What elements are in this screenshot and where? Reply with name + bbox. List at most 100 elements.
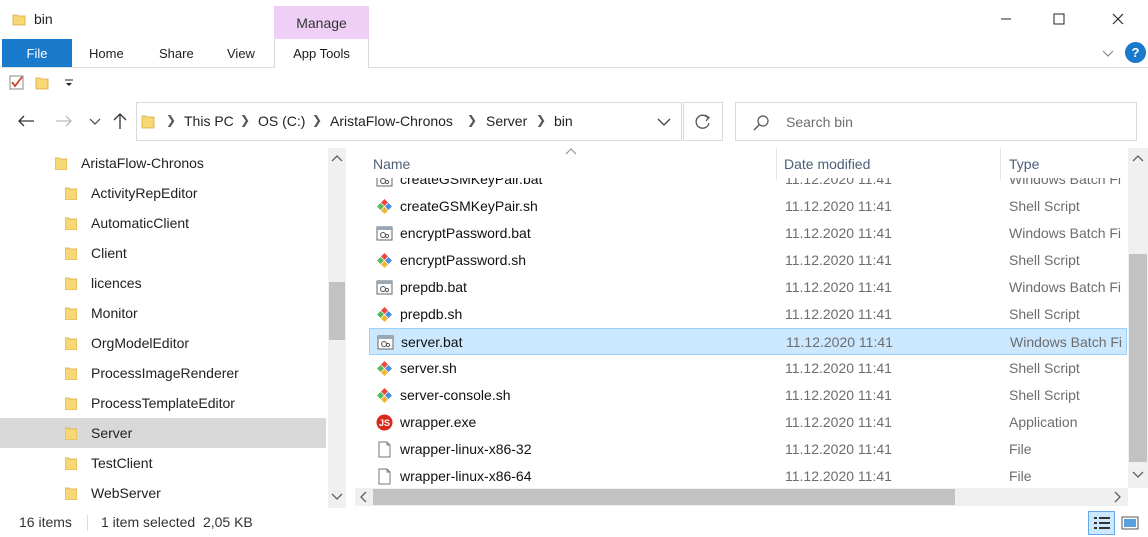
file-row[interactable]: encryptPassword.bat 11.12.2020 11:41 Windo… [369, 220, 1127, 247]
file-type: Shell Script [1009, 387, 1080, 403]
large-icons-view-icon [1121, 516, 1139, 530]
forward-arrow-icon[interactable] [55, 114, 73, 128]
file-date-modified: 11.12.2020 11:41 [785, 441, 892, 457]
batch-file-icon [377, 335, 394, 350]
scroll-up-icon[interactable] [1132, 154, 1144, 162]
breadcrumb-separator[interactable]: ❯ [166, 113, 176, 127]
column-header-date-modified[interactable]: Date modified [784, 156, 870, 172]
file-date-modified: 11.12.2020 11:41 [785, 414, 892, 430]
file-name: server-console.sh [400, 387, 511, 403]
folder-icon [65, 397, 77, 410]
file-type: File [1009, 468, 1032, 484]
scroll-down-icon[interactable] [331, 493, 343, 501]
file-row[interactable]: JS wrapper.exe 11.12.2020 11:41 Application [369, 409, 1127, 436]
tab-app-tools[interactable]: App Tools [274, 39, 369, 68]
tab-view[interactable]: View [227, 39, 255, 67]
new-folder-icon[interactable] [35, 74, 49, 90]
nav-item-activityrepeditor[interactable]: ActivityRepEditor [0, 178, 326, 208]
nav-item-aristaflow-chronos[interactable]: AristaFlow-Chronos [0, 148, 326, 178]
breadcrumb-separator[interactable]: ❯ [312, 113, 322, 127]
nav-item-webserver[interactable]: WebServer [0, 478, 326, 508]
scroll-left-icon[interactable] [359, 491, 367, 503]
breadcrumb-server[interactable]: Server [486, 113, 527, 129]
scroll-down-icon[interactable] [1132, 471, 1144, 479]
scroll-right-icon[interactable] [1114, 491, 1122, 503]
breadcrumb-bin[interactable]: bin [554, 113, 573, 129]
file-row[interactable]: wrapper-linux-x86-32 11.12.2020 11:41 File [369, 436, 1127, 463]
minimize-button[interactable] [980, 0, 1032, 38]
java-app-icon: JS [376, 414, 393, 431]
selection-info: 1 item selected 2,05 KB [101, 514, 253, 530]
properties-check-icon[interactable] [9, 74, 25, 90]
file-list-hscrollbar-thumb[interactable] [373, 489, 955, 505]
nav-item-automaticclient[interactable]: AutomaticClient [0, 208, 326, 238]
nav-item-testclient[interactable]: TestClient [0, 448, 326, 478]
nav-label: Server [91, 425, 133, 441]
customize-dropdown-icon[interactable] [64, 78, 74, 88]
file-name: prepdb.sh [400, 306, 463, 322]
file-name: wrapper-linux-x86-64 [400, 468, 532, 484]
file-row[interactable]: wrapper-linux-x86-64 11.12.2020 11:41 File [369, 463, 1127, 490]
column-divider[interactable] [1000, 148, 1001, 180]
file-row[interactable]: prepdb.bat 11.12.2020 11:41 Windows Batch … [369, 274, 1127, 301]
status-bar: 16 items 1 item selected 2,05 KB [0, 510, 1148, 537]
nav-scrollbar-thumb[interactable] [329, 282, 345, 340]
breadcrumb-os-c[interactable]: OS (C:) [258, 113, 305, 129]
close-button[interactable] [1092, 0, 1144, 38]
nav-label: ActivityRepEditor [91, 185, 198, 201]
nav-label: ProcessTemplateEditor [91, 395, 235, 411]
tab-file[interactable]: File [2, 39, 72, 67]
file-name: prepdb.bat [400, 279, 467, 295]
nav-item-orgmodeleditor[interactable]: OrgModelEditor [0, 328, 326, 358]
column-header-type[interactable]: Type [1009, 156, 1039, 172]
file-name: createGSMKeyPair.sh [400, 198, 538, 214]
file-date-modified: 11.12.2020 11:41 [785, 252, 892, 268]
folder-icon [55, 157, 67, 170]
tab-home[interactable]: Home [89, 39, 124, 67]
breadcrumb-separator[interactable]: ❯ [467, 113, 477, 127]
file-row[interactable]: createGSMKeyPair.sh 11.12.2020 11:41 Shell… [369, 193, 1127, 220]
file-type: Application [1009, 414, 1078, 430]
nav-label: licences [91, 275, 142, 291]
shell-script-icon [377, 307, 392, 322]
file-name: server.bat [401, 334, 463, 350]
up-arrow-icon[interactable] [112, 112, 128, 130]
file-row[interactable]: prepdb.sh 11.12.2020 11:41 Shell Script [369, 301, 1127, 328]
nav-item-monitor[interactable]: Monitor [0, 298, 326, 328]
nav-label: ProcessImageRenderer [91, 365, 239, 381]
file-type: Windows Batch Fi [1010, 334, 1123, 350]
nav-item-processimagerenderer[interactable]: ProcessImageRenderer [0, 358, 326, 388]
nav-item-processtemplateeditor[interactable]: ProcessTemplateEditor [0, 388, 326, 418]
recent-locations-chevron-icon[interactable] [89, 118, 101, 126]
help-icon[interactable]: ? [1125, 42, 1146, 63]
file-date-modified: 11.12.2020 11:41 [785, 360, 892, 376]
breadcrumb-this-pc[interactable]: This PC [184, 113, 234, 129]
nav-item-licences[interactable]: licences [0, 268, 326, 298]
refresh-button[interactable] [683, 102, 723, 141]
column-divider[interactable] [776, 148, 777, 180]
file-type: Shell Script [1009, 306, 1080, 322]
nav-item-client[interactable]: Client [0, 238, 326, 268]
nav-item-server[interactable]: Server [0, 418, 326, 448]
manage-context-header: Manage [274, 6, 369, 39]
scroll-up-icon[interactable] [331, 154, 343, 162]
column-header-name[interactable]: Name [373, 156, 410, 172]
file-list-vscrollbar-thumb[interactable] [1129, 254, 1147, 462]
expand-ribbon-chevron-icon[interactable] [1101, 46, 1115, 60]
details-view-button[interactable] [1088, 511, 1115, 535]
file-row[interactable]: encryptPassword.sh 11.12.2020 11:41 Shell … [369, 247, 1127, 274]
file-row[interactable]: server.sh 11.12.2020 11:41 Shell Script [369, 355, 1127, 382]
breadcrumb-separator[interactable]: ❯ [536, 113, 546, 127]
file-name: wrapper-linux-x86-32 [400, 441, 532, 457]
file-row[interactable]: server.bat 11.12.2020 11:41 Windows Batch … [369, 328, 1127, 355]
large-icons-view-button[interactable] [1118, 512, 1142, 534]
file-date-modified: 11.12.2020 11:41 [785, 468, 892, 484]
back-arrow-icon[interactable] [17, 114, 35, 128]
tab-share[interactable]: Share [159, 39, 194, 67]
breadcrumb-separator[interactable]: ❯ [240, 113, 250, 127]
file-row[interactable]: server-console.sh 11.12.2020 11:41 Shell S… [369, 382, 1127, 409]
address-dropdown-chevron-icon[interactable] [657, 117, 671, 127]
breadcrumb-aristaflow-chronos[interactable]: AristaFlow-Chronos [330, 113, 453, 129]
maximize-button[interactable] [1033, 0, 1085, 38]
search-box[interactable]: Search bin [735, 102, 1137, 141]
